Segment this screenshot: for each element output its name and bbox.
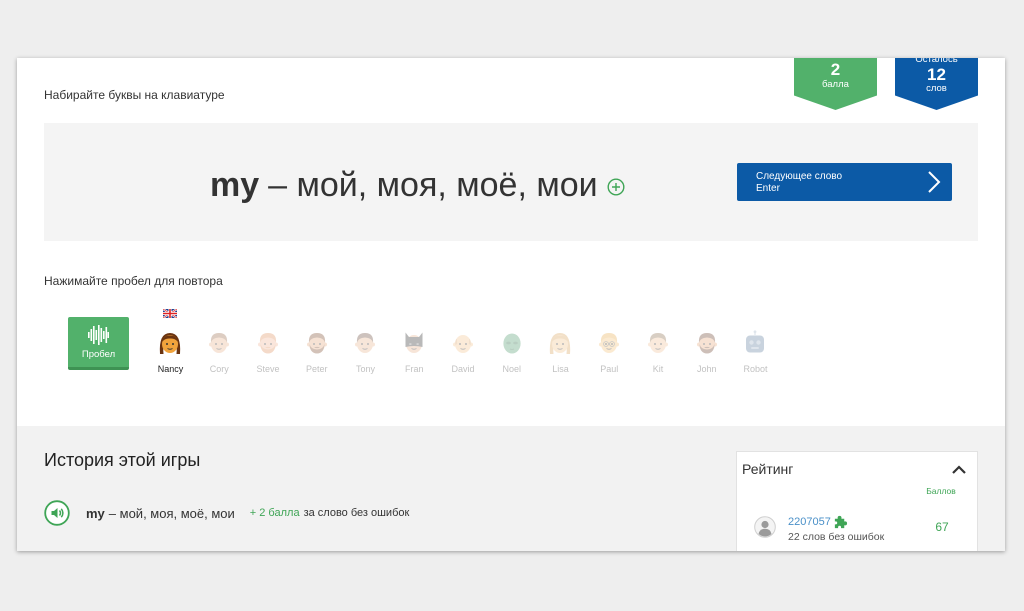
bearded-man-face-icon (255, 330, 281, 356)
voice-kit[interactable]: Kit (634, 309, 683, 379)
speaker-icon[interactable] (44, 500, 70, 526)
remaining-badge: Осталось 12 слов (895, 58, 978, 110)
bat-mask-face-icon (401, 330, 427, 356)
training-card: Набирайте буквы на клавиатуре 2 балла Ос… (17, 58, 1005, 551)
voice-robot[interactable]: Robot (731, 309, 780, 379)
rating-panel: Рейтинг Баллов 2207057 22 слов без ошибо… (736, 451, 978, 551)
bearded-man-face-icon (694, 330, 720, 356)
remaining-value: 12 (927, 65, 946, 84)
history-title: История этой игры (44, 450, 201, 470)
glasses-man-face-icon (596, 330, 622, 356)
woman-face-icon (157, 330, 183, 356)
voice-tony[interactable]: Tony (341, 309, 390, 379)
score-badge: 2 балла (794, 58, 877, 110)
chevron-right-icon (927, 171, 941, 193)
repeat-hint: Нажимайте пробел для повтора (44, 274, 223, 288)
history-note: за слово без ошибок (303, 507, 410, 519)
next-word-label: Следующее слово (756, 171, 843, 182)
space-repeat-button[interactable]: Пробел (68, 317, 129, 370)
robot-face-icon (742, 330, 768, 356)
voice-fran[interactable]: Fran (390, 309, 439, 379)
instruction-text: Набирайте буквы на клавиатуре (44, 88, 225, 102)
bearded-man-face-icon (304, 330, 330, 356)
word-translation-line: my – мой, моя, моё, мои (210, 165, 625, 205)
woman-face-icon (547, 330, 573, 356)
voice-steve[interactable]: Steve (244, 309, 293, 379)
voice-list: Nancy Cory Steve Peter Tony Fran David Noel Lisa… (146, 309, 780, 379)
rating-column-label: Баллов (926, 486, 956, 496)
man-face-icon (645, 330, 671, 356)
translation-text: – мой, моя, моё, мои (268, 166, 598, 204)
remaining-label: слов (926, 83, 947, 94)
alien-face-icon (499, 330, 525, 356)
bald-man-face-icon (450, 330, 476, 356)
history-item: my – мой, моя, моё, мои + 2 балла за сло… (44, 500, 409, 526)
voice-cory[interactable]: Cory (195, 309, 244, 379)
rating-score: 67 (935, 520, 949, 534)
voice-david[interactable]: David (439, 309, 488, 379)
sound-wave-icon (88, 325, 109, 345)
word-panel: my – мой, моя, моё, мои Следующее слово … (44, 123, 978, 241)
rating-user-link[interactable]: 2207057 (788, 516, 831, 529)
next-word-shortcut: Enter (756, 183, 780, 194)
plus-circle-icon[interactable] (607, 178, 625, 196)
man-face-icon (352, 330, 378, 356)
history-section: История этой игры my – мой, моя, моё, мо… (17, 426, 1005, 551)
history-translation: – мой, моя, моё, мои (108, 505, 235, 521)
chevron-up-icon[interactable] (951, 464, 967, 475)
score-label: балла (822, 79, 849, 90)
voice-noel[interactable]: Noel (487, 309, 536, 379)
english-word: my (210, 166, 260, 204)
space-button-label: Пробел (81, 349, 116, 360)
score-value: 2 (830, 60, 841, 79)
uk-flag-icon (163, 309, 178, 318)
voice-paul[interactable]: Paul (585, 309, 634, 379)
voice-nancy[interactable]: Nancy (146, 309, 195, 379)
next-word-button[interactable]: Следующее слово Enter (737, 163, 952, 201)
history-word: my (86, 505, 105, 521)
voice-john[interactable]: John (682, 309, 731, 379)
user-avatar-icon (754, 516, 776, 538)
rating-row: 2207057 22 слов без ошибок 67 (745, 502, 971, 551)
man-face-icon (206, 330, 232, 356)
history-points: + 2 балла (249, 507, 300, 519)
puzzle-icon (833, 514, 848, 529)
voice-name: Robot (743, 364, 768, 374)
rating-user-subtitle: 22 слов без ошибок (788, 531, 885, 543)
voice-lisa[interactable]: Lisa (536, 309, 585, 379)
voice-peter[interactable]: Peter (292, 309, 341, 379)
rating-title: Рейтинг (742, 461, 794, 477)
